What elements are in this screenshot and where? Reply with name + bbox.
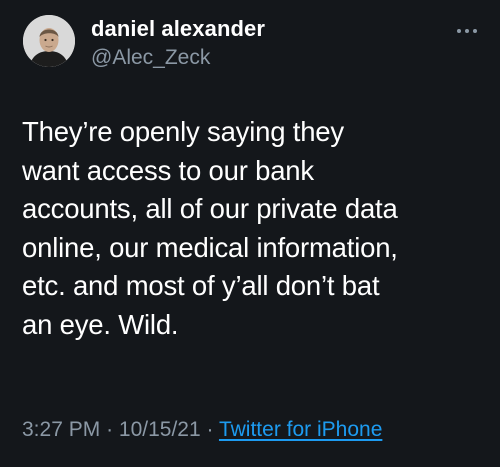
tweet-card: daniel alexander @Alec_Zeck They’re open… xyxy=(0,0,500,467)
tweet-date[interactable]: 10/15/21 xyxy=(119,418,201,441)
author-display-name[interactable]: daniel alexander xyxy=(91,16,265,42)
tweet-text: They’re openly saying they want access t… xyxy=(22,116,398,340)
meta-separator: · xyxy=(206,418,214,441)
meta-separator: · xyxy=(106,418,114,441)
more-dots-icon[interactable] xyxy=(454,24,480,38)
tweet-time[interactable]: 3:27 PM xyxy=(22,418,100,441)
author-handle[interactable]: @Alec_Zeck xyxy=(91,46,210,70)
tweet-source-link[interactable]: Twitter for iPhone xyxy=(219,418,382,441)
profile-photo-icon xyxy=(23,15,75,67)
tweet-meta: 3:27 PM · 10/15/21 · Twitter for iPhone xyxy=(22,418,382,442)
avatar[interactable] xyxy=(23,15,75,67)
